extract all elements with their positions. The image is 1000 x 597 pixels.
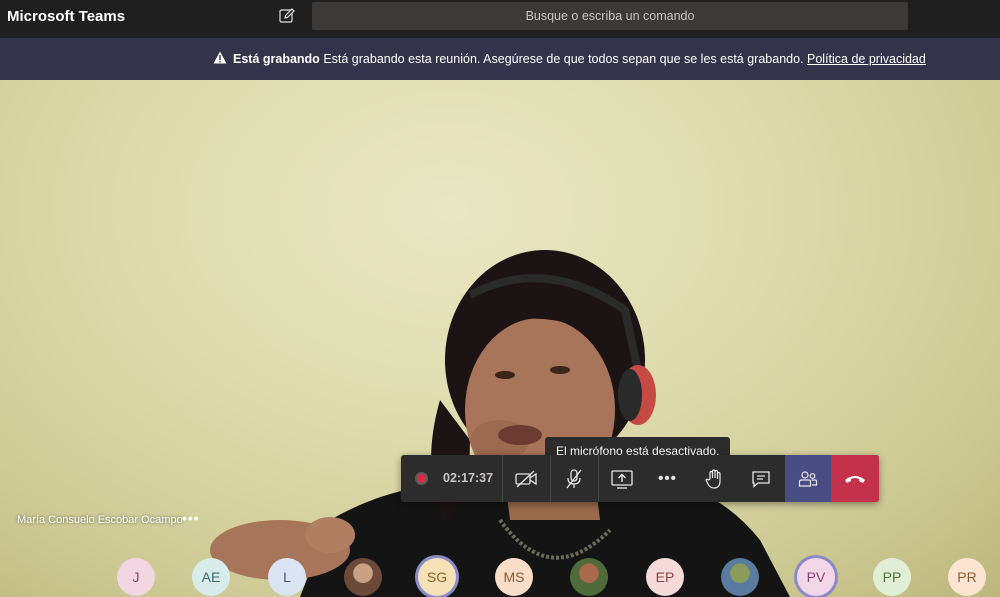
avatar-initials: MS <box>503 569 525 585</box>
participant-avatar[interactable]: SG <box>418 558 456 596</box>
participant-avatar[interactable]: L <box>268 558 306 596</box>
chat-icon <box>751 470 770 488</box>
hang-up-icon <box>845 475 865 483</box>
banner-message: Está grabando esta reunión. Asegúrese de… <box>323 52 804 66</box>
share-screen-button[interactable] <box>599 455 644 502</box>
camera-off-button[interactable] <box>503 455 549 502</box>
show-participants-button[interactable] <box>785 455 831 502</box>
record-indicator-icon <box>415 472 428 485</box>
avatar-initials: J <box>132 569 140 585</box>
participant-avatar[interactable]: PR <box>948 558 986 596</box>
mic-off-button[interactable] <box>551 455 597 502</box>
participant-more-button[interactable]: ••• <box>182 510 200 526</box>
avatar-initials: PP <box>882 569 902 585</box>
participant-avatar[interactable]: MS <box>495 558 533 596</box>
call-controls: 02:17:37 ••• <box>401 455 879 502</box>
mic-off-icon <box>566 468 582 488</box>
participant-name-label: María Consuelo Escobar Ocampo <box>17 514 183 526</box>
app-title: Microsoft Teams <box>7 8 126 25</box>
participant-avatar[interactable]: PP <box>873 558 911 596</box>
avatar-initials: AE <box>201 569 221 585</box>
participant-avatar[interactable]: PV <box>797 558 835 596</box>
warning-icon <box>213 39 227 64</box>
privacy-policy-link[interactable]: Política de privacidad <box>807 52 926 66</box>
share-screen-icon <box>610 469 633 489</box>
participant-avatar[interactable]: AE <box>192 558 230 596</box>
recording-banner: Está grabando Está grabando esta reunión… <box>0 38 1000 80</box>
avatar-initials: PR <box>957 569 977 585</box>
banner-title: Está grabando <box>233 52 320 66</box>
avatar-initials: SG <box>426 569 448 585</box>
participant-avatar-photo[interactable] <box>570 558 608 596</box>
raise-hand-button[interactable] <box>691 455 736 502</box>
camera-off-icon <box>515 469 537 488</box>
chat-button[interactable] <box>737 455 784 502</box>
participants-icon <box>798 470 818 487</box>
avatar-initials: L <box>283 569 291 585</box>
search-input[interactable]: Busque o escriba un comando <box>312 2 908 30</box>
participant-avatar[interactable]: EP <box>646 558 684 596</box>
participant-avatar[interactable]: J <box>117 558 155 596</box>
call-timer: 02:17:37 <box>443 471 494 485</box>
hang-up-button[interactable] <box>831 455 879 502</box>
participant-avatar-photo[interactable] <box>344 558 382 596</box>
participant-avatar-photo[interactable] <box>721 558 759 596</box>
title-bar: Microsoft Teams Busque o escriba un coma… <box>0 0 1000 38</box>
avatar-initials: EP <box>655 569 675 585</box>
avatar-initials: PV <box>806 569 826 585</box>
more-actions-button[interactable]: ••• <box>645 455 690 502</box>
hand-icon <box>704 468 721 489</box>
compose-icon[interactable] <box>278 7 296 25</box>
